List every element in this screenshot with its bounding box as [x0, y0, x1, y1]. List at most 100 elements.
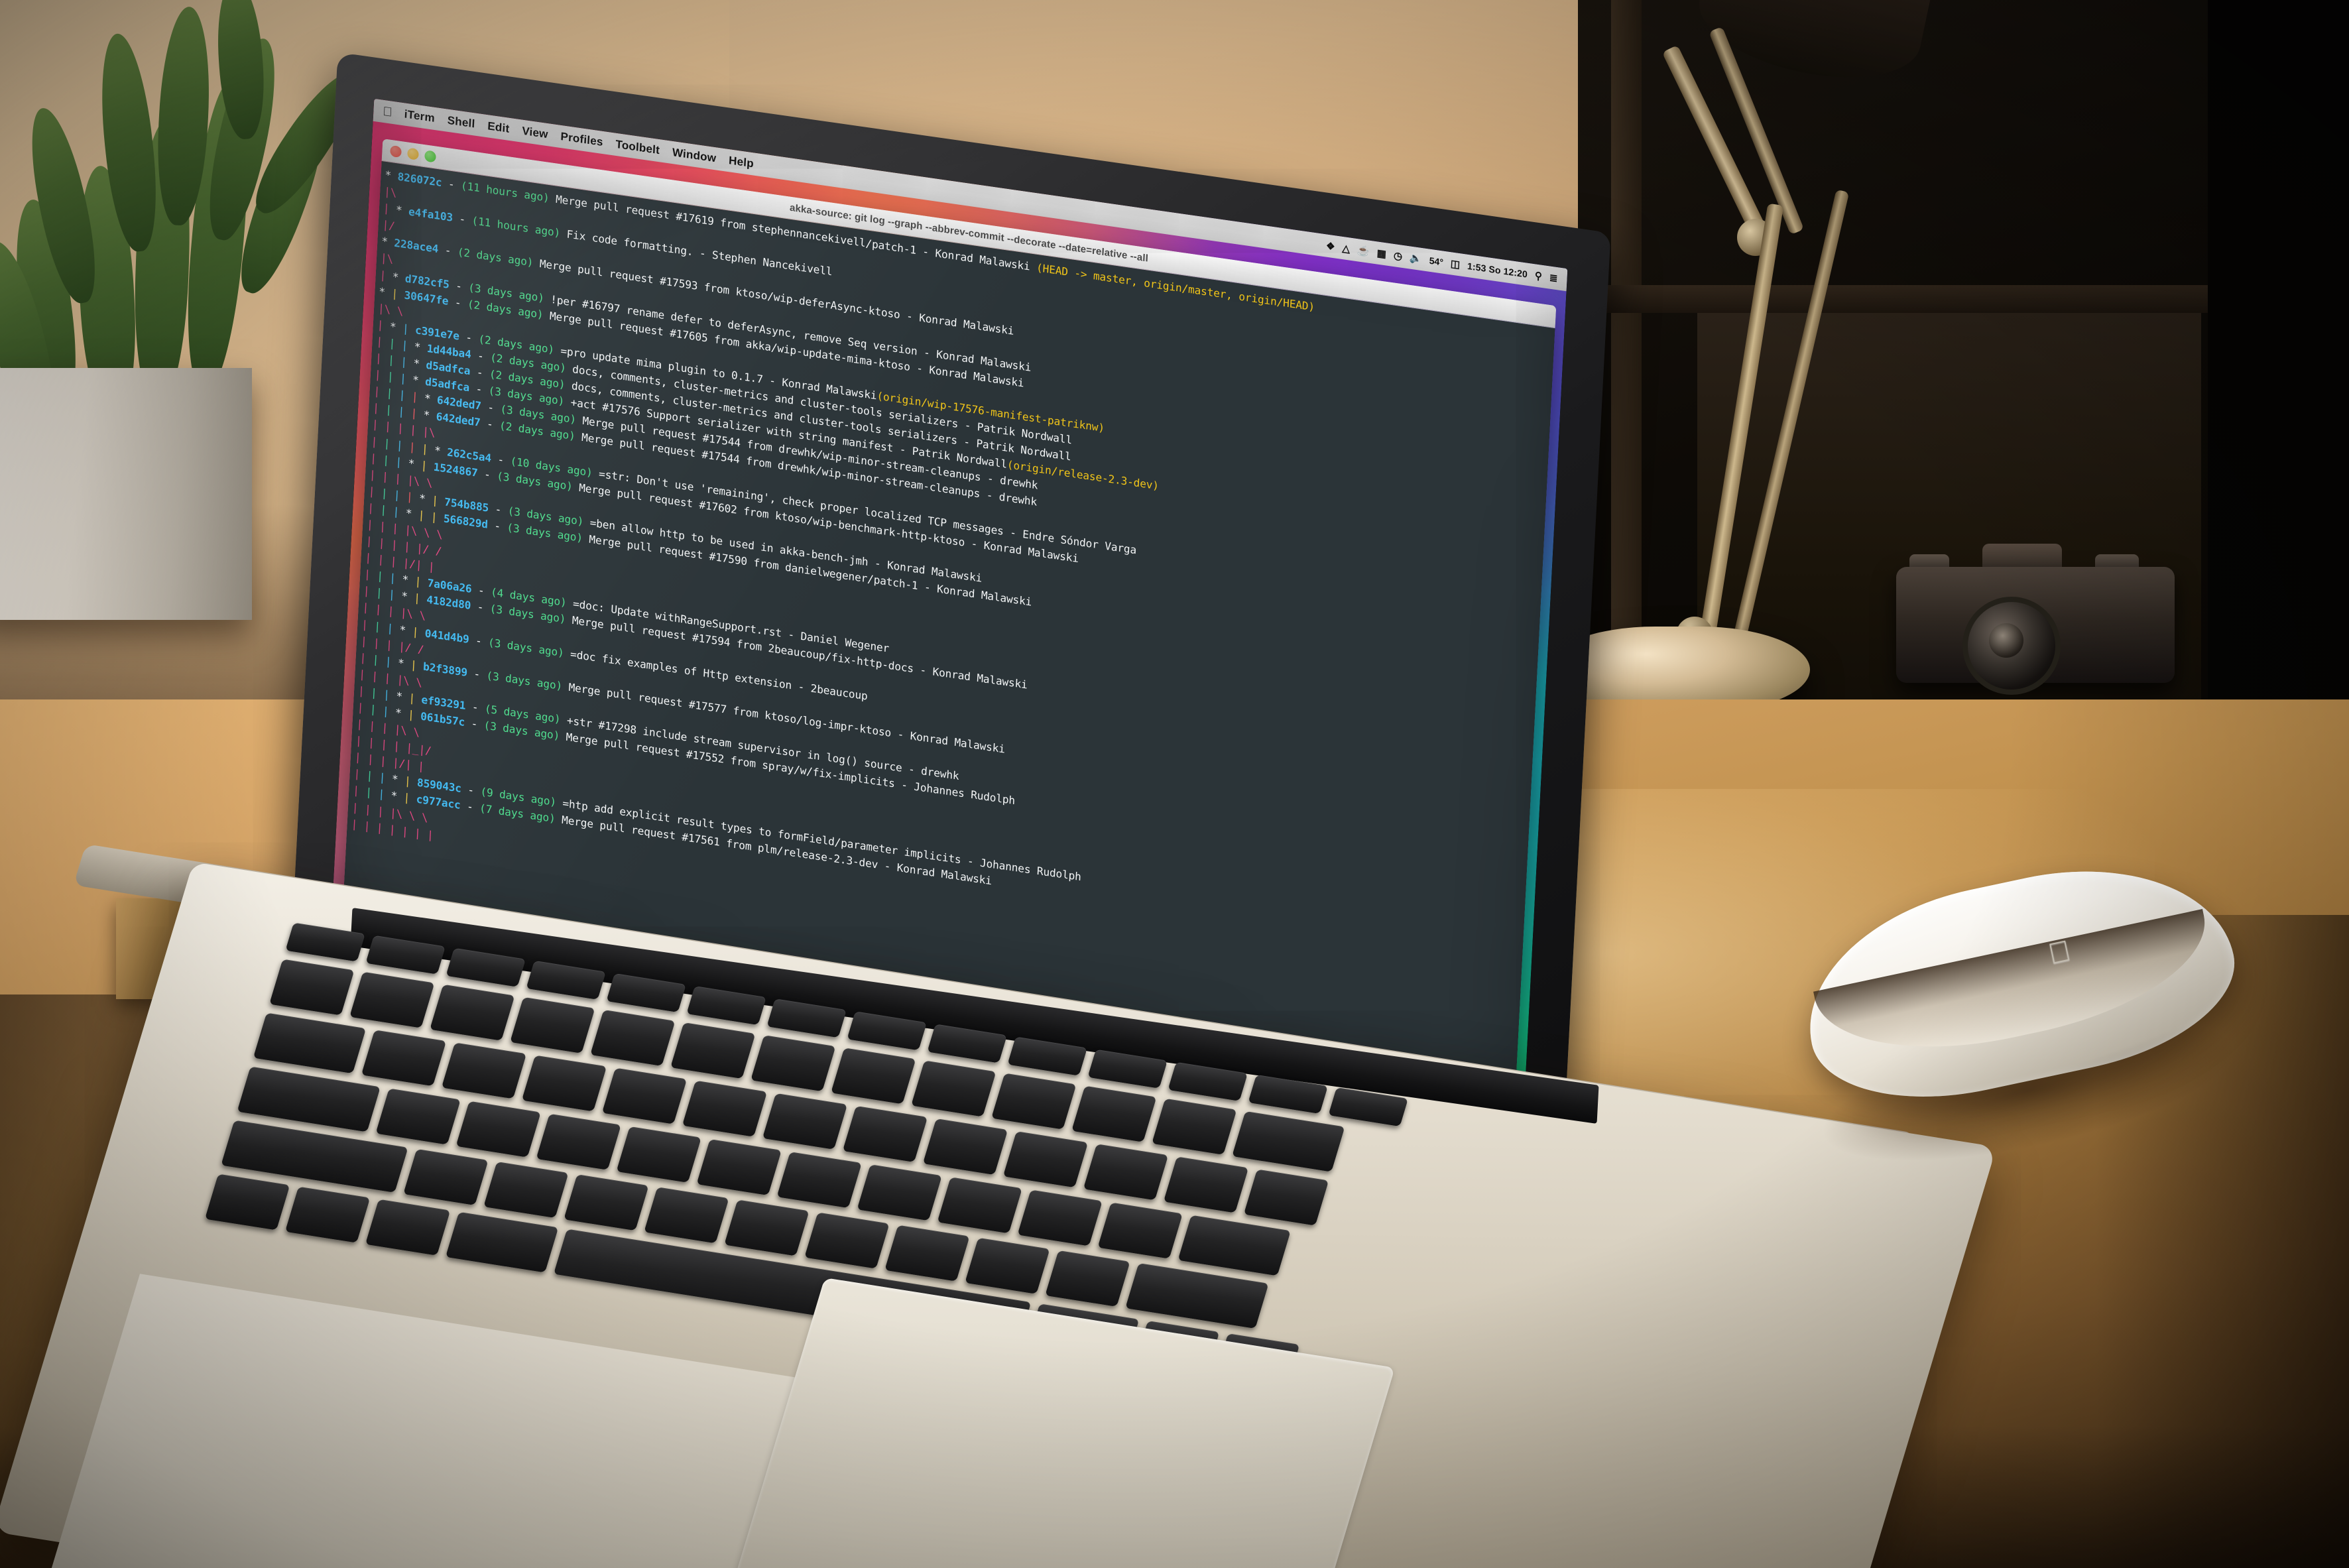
volume-icon[interactable]: 🔈 — [1410, 252, 1423, 265]
graph-segment: | — [377, 318, 391, 333]
graph-segment: * — [418, 491, 432, 507]
sha-separator: - — [470, 599, 491, 615]
graph-segment: | — [411, 390, 425, 404]
sha-separator: - — [459, 330, 479, 345]
graph-segment: | — [379, 268, 393, 283]
sha-separator: - — [469, 365, 490, 381]
graph-segment: | — [383, 436, 397, 451]
graph-segment: * — [413, 357, 427, 371]
sha-separator: - — [438, 243, 458, 259]
sha-separator: - — [469, 381, 489, 397]
graph-segment: | — [369, 451, 383, 466]
graph-segment: * — [408, 456, 422, 471]
menu-help[interactable]: Help — [729, 154, 754, 170]
graph-segment: | — [407, 707, 421, 723]
temperature-indicator[interactable]: 54° — [1429, 255, 1443, 268]
plant-pot — [0, 368, 252, 620]
minimize-button[interactable] — [407, 147, 419, 160]
graph-segment: | — [388, 587, 402, 603]
sha-separator: - — [469, 633, 489, 648]
graph-segment: | — [406, 489, 420, 505]
notification-center-icon[interactable]: ≣ — [1549, 272, 1557, 284]
graph-segment: | — [385, 654, 398, 669]
graph-segment: | — [393, 488, 407, 503]
graph-segment: * — [414, 339, 428, 355]
graph-segment: * — [385, 168, 398, 183]
graph-segment: |\ — [383, 184, 397, 200]
graph-segment: * — [378, 284, 392, 300]
graph-segment: |/ — [382, 218, 396, 233]
graph-segment: | — [352, 784, 366, 799]
keyboard-icon[interactable]: ▦ — [1376, 247, 1386, 260]
menu-edit[interactable]: Edit — [487, 119, 510, 136]
graph-segment: | — [399, 371, 413, 387]
graph-segment: | — [395, 454, 409, 469]
graph-segment: | — [418, 508, 432, 523]
dropbox-icon[interactable]: ❖ — [1326, 240, 1335, 253]
graph-segment: | — [381, 486, 394, 501]
sha-separator: - — [481, 400, 501, 416]
sha-separator: - — [464, 716, 485, 732]
graph-segment: | — [357, 700, 371, 715]
menu-toolbelt[interactable]: Toolbelt — [615, 138, 660, 157]
graph-segment: * — [423, 408, 437, 423]
graph-segment: | — [401, 338, 415, 353]
google-drive-icon[interactable]: △ — [1342, 242, 1350, 255]
graph-segment: | — [396, 438, 410, 453]
graph-segment: | — [382, 453, 396, 467]
graph-segment: | — [389, 571, 403, 586]
close-button[interactable] — [390, 145, 402, 158]
graph-segment: | — [408, 691, 422, 706]
graph-segment: | — [383, 202, 396, 216]
graph-segment: | — [379, 770, 392, 786]
graph-segment: | — [375, 585, 389, 601]
sha-separator: - — [465, 699, 485, 715]
menu-profiles[interactable]: Profiles — [560, 130, 603, 149]
battery-icon[interactable]: ◫ — [1450, 258, 1460, 271]
menu-shell[interactable]: Shell — [447, 114, 475, 131]
window-traffic-lights — [390, 145, 436, 163]
graph-segment: |\ \ — [377, 301, 404, 318]
apple-menu-icon[interactable]:  — [383, 104, 392, 119]
graph-segment: | — [410, 658, 424, 673]
graph-segment: | — [372, 401, 386, 416]
graph-segment: | — [392, 505, 406, 519]
menu-view[interactable]: View — [522, 125, 548, 142]
sha-separator: - — [460, 799, 480, 815]
graph-segment: | — [369, 702, 383, 717]
graph-segment: | — [361, 617, 375, 633]
graph-segment: | — [353, 767, 367, 782]
graph-segment: | — [370, 686, 384, 701]
graph-segment: | — [413, 591, 427, 606]
graph-segment: * — [412, 373, 426, 388]
graph-segment: | — [404, 774, 418, 789]
graph-segment: | — [385, 402, 398, 418]
graph-segment: * — [391, 789, 404, 804]
graph-segment: | — [430, 510, 444, 525]
menu-iterm[interactable]: iTerm — [404, 107, 435, 125]
graph-segment: | — [376, 569, 390, 584]
caffeine-icon[interactable]: ☕ — [1357, 245, 1370, 258]
time-machine-icon[interactable]: ◷ — [1394, 249, 1403, 262]
sha-separator: - — [452, 211, 473, 227]
graph-segment: * — [395, 689, 409, 704]
menubar-clock[interactable]: 1:53 So 12:20 — [1467, 261, 1528, 280]
graph-segment: | — [397, 404, 412, 420]
sha-separator: - — [480, 416, 500, 432]
graph-segment: * — [397, 656, 411, 671]
graph-segment: * — [392, 270, 406, 284]
sha-separator: - — [471, 348, 491, 364]
search-icon[interactable]: ⚲ — [1534, 270, 1542, 282]
graph-segment: | — [431, 493, 445, 508]
graph-segment: | — [398, 388, 412, 403]
menu-window[interactable]: Window — [672, 146, 717, 165]
graph-segment: * — [391, 772, 405, 788]
graph-segment: | — [376, 334, 390, 349]
graph-segment: | — [363, 568, 377, 582]
graph-segment: | — [371, 434, 385, 450]
graph-segment: | — [375, 351, 389, 366]
graph-segment: | — [420, 458, 434, 473]
macbook-pro:  iTerm Shell Edit View Profiles Toolbel… — [0, 45, 2035, 1568]
zoom-button[interactable] — [424, 150, 436, 163]
graph-segment: * — [399, 623, 413, 638]
